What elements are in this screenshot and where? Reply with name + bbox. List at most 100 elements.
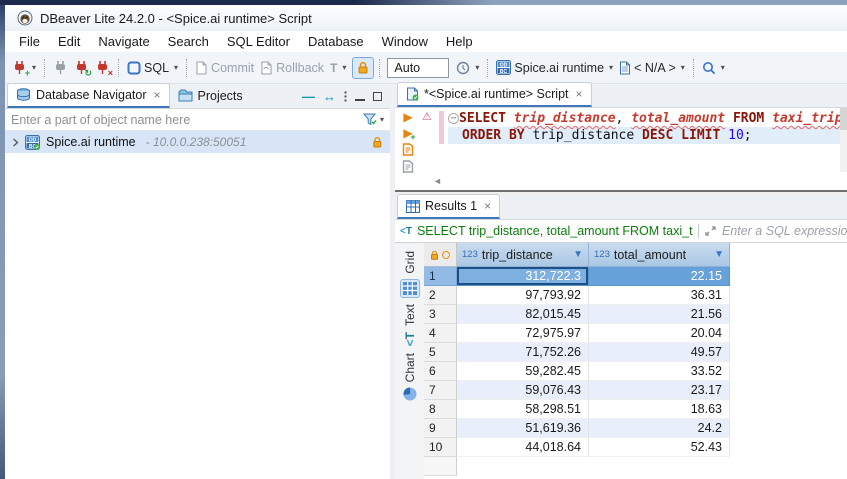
- menu-window[interactable]: Window: [373, 32, 437, 51]
- cell-total-amount[interactable]: 52.43: [589, 438, 730, 457]
- sql-expression-placeholder[interactable]: Enter a SQL expression to: [722, 224, 847, 238]
- query-history-button[interactable]: ▾: [453, 59, 482, 77]
- menu-database[interactable]: Database: [299, 32, 373, 51]
- table-row[interactable]: 7 59,076.43 23.17: [424, 381, 847, 400]
- reconnect-button[interactable]: ↻: [71, 58, 92, 77]
- table-row[interactable]: 3 82,015.45 21.56: [424, 305, 847, 324]
- cell-total-amount[interactable]: 33.52: [589, 362, 730, 381]
- minimize-icon[interactable]: [355, 93, 365, 101]
- cell-total-amount[interactable]: 21.56: [589, 305, 730, 324]
- cell-total-amount[interactable]: 22.15: [589, 267, 730, 286]
- dropdown-icon[interactable]: ▾: [380, 116, 384, 124]
- chevron-right-icon[interactable]: [12, 138, 19, 147]
- collapse-all-icon[interactable]: —: [302, 90, 315, 103]
- menu-search[interactable]: Search: [159, 32, 218, 51]
- row-number[interactable]: 8: [424, 400, 457, 419]
- cell-trip-distance[interactable]: 59,282.45: [457, 362, 589, 381]
- tab-sql-script[interactable]: *<Spice.ai runtime> Script ×: [397, 82, 592, 107]
- execute-script-icon[interactable]: [402, 143, 414, 156]
- row-number[interactable]: 10: [424, 438, 457, 457]
- tree-item-connection[interactable]: ODBC Spice.ai runtime - 10.0.0.238:50051: [5, 131, 390, 153]
- link-with-editor-icon[interactable]: ↔: [323, 90, 336, 103]
- script-icon[interactable]: [402, 160, 414, 173]
- cell-trip-distance[interactable]: 44,018.64: [457, 438, 589, 457]
- chart-view-icon[interactable]: [403, 387, 417, 401]
- active-schema-selector[interactable]: < N/A > ▾: [616, 59, 688, 77]
- view-menu-icon[interactable]: [344, 91, 347, 102]
- search-button[interactable]: ▾: [699, 59, 728, 77]
- commit-mode-combo[interactable]: Auto: [387, 58, 449, 78]
- table-row[interactable]: 2 97,793.92 36.31: [424, 286, 847, 305]
- cell-trip-distance[interactable]: 312,722.3: [457, 267, 589, 286]
- cell-total-amount[interactable]: 18.63: [589, 400, 730, 419]
- close-icon[interactable]: ×: [576, 87, 583, 101]
- object-filter-input[interactable]: Enter a part of object name here ▾: [5, 109, 390, 131]
- menu-edit[interactable]: Edit: [49, 32, 89, 51]
- cell-trip-distance[interactable]: 97,793.92: [457, 286, 589, 305]
- tab-chart-label[interactable]: Chart: [403, 353, 417, 382]
- tab-grid-label[interactable]: Grid: [403, 251, 417, 274]
- cell-total-amount[interactable]: 23.17: [589, 381, 730, 400]
- row-number[interactable]: 1: [424, 267, 457, 286]
- row-number[interactable]: 4: [424, 324, 457, 343]
- cell-trip-distance[interactable]: 72,975.97: [457, 324, 589, 343]
- table-row[interactable]: 6 59,282.45 33.52: [424, 362, 847, 381]
- cell-total-amount[interactable]: 24.2: [589, 419, 730, 438]
- cell-trip-distance[interactable]: 58,298.51: [457, 400, 589, 419]
- results-filter-bar[interactable]: <T SELECT trip_distance, total_amount FR…: [395, 220, 847, 243]
- transaction-log-button[interactable]: T ▾: [327, 59, 349, 77]
- scroll-left-icon[interactable]: ◄: [433, 176, 442, 186]
- expand-panel-icon[interactable]: [704, 225, 717, 237]
- cell-trip-distance[interactable]: 82,015.45: [457, 305, 589, 324]
- filter-funnel-icon[interactable]: [363, 113, 378, 126]
- execute-new-tab-icon[interactable]: ▶+: [403, 127, 412, 139]
- column-header-total-amount[interactable]: 123 total_amount ▼: [589, 243, 730, 267]
- disconnect-button[interactable]: ×: [92, 58, 113, 77]
- grid-view-icon[interactable]: [400, 279, 420, 298]
- sort-icon[interactable]: ▼: [714, 249, 724, 260]
- execute-statement-icon[interactable]: ▶: [403, 111, 412, 123]
- cell-total-amount[interactable]: 49.57: [589, 343, 730, 362]
- menu-file[interactable]: File: [10, 32, 49, 51]
- cell-trip-distance[interactable]: 71,752.26: [457, 343, 589, 362]
- row-number[interactable]: 6: [424, 362, 457, 381]
- tab-projects[interactable]: Projects: [170, 83, 251, 108]
- editor-vertical-scrollbar[interactable]: [840, 108, 847, 172]
- table-row[interactable]: 10 44,018.64 52.43: [424, 438, 847, 457]
- commit-button[interactable]: Commit: [192, 59, 257, 77]
- table-row[interactable]: 9 51,619.36 24.2: [424, 419, 847, 438]
- row-number[interactable]: 7: [424, 381, 457, 400]
- cell-trip-distance[interactable]: 51,619.36: [457, 419, 589, 438]
- new-connection-button[interactable]: + ▾: [9, 58, 39, 77]
- maximize-icon[interactable]: [373, 92, 382, 101]
- tab-database-navigator[interactable]: Database Navigator ×: [7, 83, 170, 108]
- table-row[interactable]: 8 58,298.51 18.63: [424, 400, 847, 419]
- close-icon[interactable]: ×: [484, 199, 491, 213]
- table-row[interactable]: 1 312,722.3 22.15: [424, 267, 847, 286]
- column-header-trip-distance[interactable]: 123 trip_distance ▼: [457, 243, 589, 267]
- row-number[interactable]: 9: [424, 419, 457, 438]
- menu-help[interactable]: Help: [437, 32, 482, 51]
- row-number[interactable]: 2: [424, 286, 457, 305]
- rollback-button[interactable]: Rollback: [257, 59, 327, 77]
- connection-lock-toggle[interactable]: [352, 57, 374, 79]
- table-row[interactable]: 5 71,752.26 49.57: [424, 343, 847, 362]
- close-icon[interactable]: ×: [153, 88, 160, 102]
- cell-total-amount[interactable]: 20.04: [589, 324, 730, 343]
- table-row[interactable]: 4 72,975.97 20.04: [424, 324, 847, 343]
- code-area[interactable]: − SELECT trip_distance , total_amount FR…: [448, 108, 847, 144]
- connect-button[interactable]: [50, 58, 71, 77]
- open-sql-editor-button[interactable]: SQL ▾: [124, 59, 181, 77]
- sort-desc-icon[interactable]: ▼: [573, 249, 583, 260]
- fold-marker-icon[interactable]: −: [448, 113, 459, 124]
- sql-editor[interactable]: ▶ ▶+ ⚠ − SELECT trip_distance , total_am…: [395, 108, 847, 172]
- row-number[interactable]: 3: [424, 305, 457, 324]
- row-number[interactable]: 5: [424, 343, 457, 362]
- menu-navigate[interactable]: Navigate: [89, 32, 158, 51]
- menu-sql-editor[interactable]: SQL Editor: [218, 32, 299, 51]
- tab-results-1[interactable]: Results 1 ×: [397, 194, 500, 219]
- scrollbar-thumb[interactable]: [840, 108, 847, 130]
- editor-horizontal-scrollbar[interactable]: ◄: [395, 172, 847, 190]
- cell-trip-distance[interactable]: 59,076.43: [457, 381, 589, 400]
- active-connection-selector[interactable]: ODBC Spice.ai runtime ▾: [493, 58, 616, 77]
